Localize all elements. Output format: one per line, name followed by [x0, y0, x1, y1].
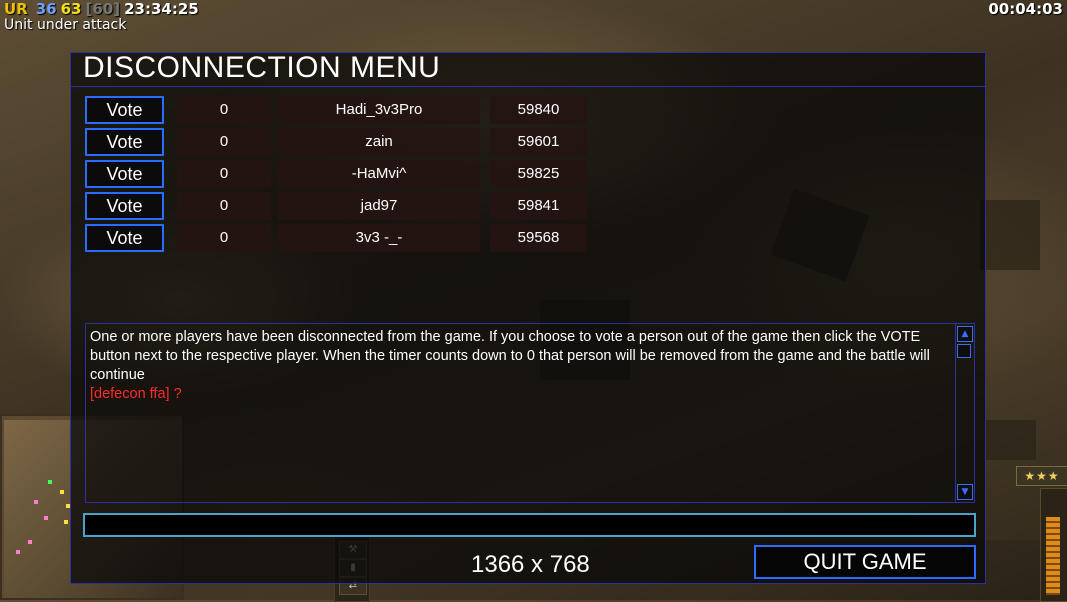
player-name: -HaMvi^: [278, 160, 480, 188]
chat-line: [defecon ffa] ?: [90, 386, 182, 402]
power-bar: [1046, 517, 1060, 595]
message-log-text: One or more players have been disconnect…: [90, 328, 952, 404]
player-id: 59601: [490, 128, 587, 156]
player-id: 59568: [490, 224, 587, 252]
disconnection-dialog: DISCONNECTION MENU Vote 0 Hadi_3v3Pro 59…: [70, 51, 986, 584]
vote-button[interactable]: Vote: [85, 224, 164, 252]
player-name: 3v3 -_-: [278, 224, 480, 252]
scroll-up-arrow-icon[interactable]: ▲: [957, 326, 973, 342]
vote-count: 0: [177, 96, 271, 124]
player-name: jad97: [278, 192, 480, 220]
unit-marker: [16, 550, 20, 554]
unit-marker: [44, 516, 48, 520]
system-message: One or more players have been disconnect…: [90, 329, 930, 383]
quit-game-button[interactable]: QUIT GAME: [754, 545, 976, 579]
player-id: 59825: [490, 160, 587, 188]
vote-button[interactable]: Vote: [85, 160, 164, 188]
vote-count: 0: [177, 224, 271, 252]
message-scrollbar[interactable]: ▲ ▼: [955, 324, 974, 502]
player-id: 59841: [490, 192, 587, 220]
vote-count: 0: [177, 128, 271, 156]
resource-value-c: [60]: [85, 0, 121, 18]
resolution-label: 1366 x 768: [471, 551, 590, 578]
scroll-down-arrow-icon[interactable]: ▼: [957, 484, 973, 500]
game-clock: 23:34:25: [124, 0, 199, 18]
vote-button[interactable]: Vote: [85, 192, 164, 220]
message-log[interactable]: One or more players have been disconnect…: [85, 323, 975, 503]
player-name: Hadi_3v3Pro: [278, 96, 480, 124]
dialog-title: DISCONNECTION MENU: [83, 51, 441, 84]
chat-input[interactable]: [83, 513, 976, 537]
unit-marker: [64, 520, 68, 524]
ur-label: UR: [4, 0, 28, 18]
alert-message: Unit under attack: [4, 17, 127, 33]
match-timer: 00:04:03: [988, 0, 1063, 18]
vote-count: 0: [177, 160, 271, 188]
terrain-shadow: [986, 420, 1036, 460]
player-id: 59840: [490, 96, 587, 124]
power-meter: [1040, 488, 1067, 602]
vote-count: 0: [177, 192, 271, 220]
vote-button[interactable]: Vote: [85, 96, 164, 124]
unit-marker: [60, 490, 64, 494]
resource-value-b: 63: [60, 0, 82, 18]
terrain-shadow: [980, 200, 1040, 270]
unit-marker: [34, 500, 38, 504]
unit-marker: [48, 480, 52, 484]
rank-stars: ★★★: [1016, 466, 1067, 486]
resource-hud: UR 36 63 [60] 23:34:25 Unit under attack: [4, 0, 203, 33]
resource-value-a: 36: [35, 0, 57, 18]
unit-marker: [28, 540, 32, 544]
title-divider: [71, 86, 985, 87]
player-name: zain: [278, 128, 480, 156]
vote-button[interactable]: Vote: [85, 128, 164, 156]
scroll-thumb[interactable]: [957, 344, 971, 358]
